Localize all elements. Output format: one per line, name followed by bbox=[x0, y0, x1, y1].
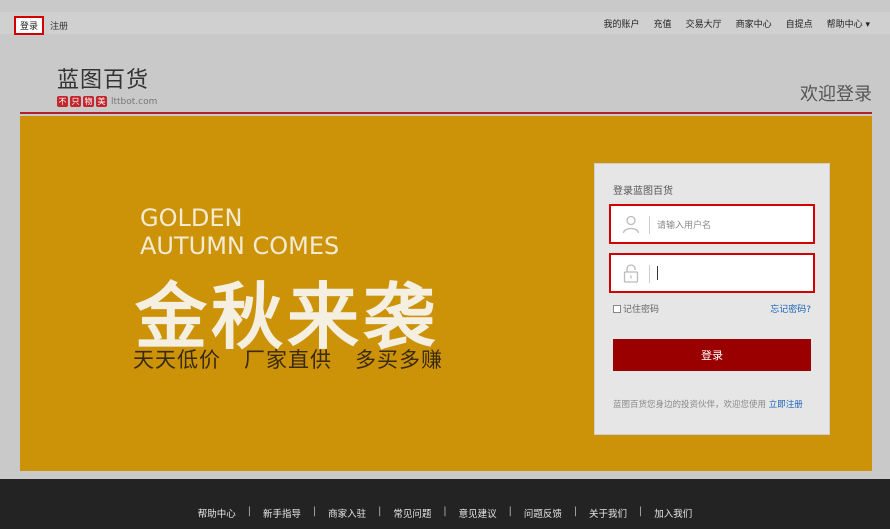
slogan-char: 只 bbox=[70, 96, 81, 107]
password-field[interactable] bbox=[609, 253, 815, 293]
field-separator bbox=[649, 265, 650, 283]
footer-link-about[interactable]: 关于我们 bbox=[589, 506, 627, 520]
login-button[interactable]: 登录 bbox=[613, 339, 811, 371]
slogan-char: 物 bbox=[83, 96, 94, 107]
footer-link-merchant[interactable]: 商家入驻 bbox=[328, 506, 366, 520]
login-form-title: 登录蓝图百货 bbox=[613, 186, 673, 197]
nav-trading-hall[interactable]: 交易大厅 bbox=[686, 17, 722, 30]
footer-separator: | bbox=[639, 506, 643, 517]
logo-slogan: 不 只 物 美 lttbot.com bbox=[57, 96, 157, 107]
username-field[interactable]: 请输入用户名 bbox=[609, 204, 815, 244]
footer-separator: | bbox=[443, 506, 447, 517]
nav-help-center[interactable]: 帮助中心 ▾ bbox=[827, 17, 870, 30]
banner-en-line1: GOLDEN bbox=[140, 204, 243, 232]
footer-separator: | bbox=[378, 506, 382, 517]
nav-my-account[interactable]: 我的账户 bbox=[604, 17, 640, 30]
page-footer: 帮助中心 | 新手指导 | 商家入驻 | 常见问题 | 意见建议 | 问题反馈 | 关于我们… bbox=[0, 479, 890, 529]
login-link[interactable]: 登录 bbox=[14, 16, 45, 35]
username-placeholder: 请输入用户名 bbox=[657, 221, 712, 231]
banner-cn-subtitle: 天天低价 厂家直供 多买多赚 bbox=[133, 348, 444, 372]
nav-merchant-center[interactable]: 商家中心 bbox=[736, 17, 772, 30]
top-bar-left: 登录 注册 bbox=[14, 16, 68, 35]
lock-icon bbox=[623, 264, 639, 283]
footer-link-faq[interactable]: 常见问题 bbox=[393, 506, 431, 520]
top-bar: 登录 注册 我的账户 充值 交易大厅 商家中心 自提点 帮助中心 ▾ bbox=[0, 12, 890, 35]
register-now-link[interactable]: 立即注册 bbox=[769, 400, 803, 410]
forgot-password-link[interactable]: 忘记密码? bbox=[770, 302, 811, 315]
footer-link-guide[interactable]: 新手指导 bbox=[263, 506, 301, 520]
login-footer-text: 蓝图百货您身边的投资伙伴，欢迎您使用 立即注册 bbox=[613, 398, 803, 410]
text-caret bbox=[657, 266, 658, 280]
site-logo[interactable]: 蓝图百货 不 只 物 美 lttbot.com bbox=[57, 62, 157, 107]
footer-link-suggestions[interactable]: 意见建议 bbox=[459, 506, 497, 520]
nav-recharge[interactable]: 充值 bbox=[654, 17, 672, 30]
nav-pickup-point[interactable]: 自提点 bbox=[786, 17, 813, 30]
remember-password[interactable]: 记住密码 bbox=[613, 302, 659, 315]
slogan-char: 不 bbox=[57, 96, 68, 107]
login-form: 登录蓝图百货 请输入用户名 记住密码 忘记密码? 登录 蓝图百货您身边的投资伙伴… bbox=[594, 163, 830, 435]
footer-separator: | bbox=[312, 506, 317, 517]
footer-links: 帮助中心 | 新手指导 | 商家入驻 | 常见问题 | 意见建议 | 问题反馈 | 关于我们… bbox=[0, 506, 890, 520]
remember-label: 记住密码 bbox=[623, 305, 660, 315]
header-divider bbox=[20, 112, 872, 114]
login-footer-message: 蓝图百货您身边的投资伙伴，欢迎您使用 bbox=[613, 400, 767, 410]
welcome-title: 欢迎登录 bbox=[800, 84, 872, 105]
footer-link-feedback[interactable]: 问题反馈 bbox=[524, 506, 562, 520]
banner-en-line2: AUTUMN COMES bbox=[140, 232, 340, 260]
footer-separator: | bbox=[247, 506, 251, 517]
slogan-char: 美 bbox=[96, 96, 107, 107]
field-separator bbox=[649, 216, 650, 234]
top-bar-right: 我的账户 充值 交易大厅 商家中心 自提点 帮助中心 ▾ bbox=[604, 17, 870, 30]
footer-separator: | bbox=[573, 506, 578, 517]
footer-separator: | bbox=[508, 506, 512, 517]
logo-name: 蓝图百货 bbox=[57, 68, 150, 93]
register-link[interactable]: 注册 bbox=[50, 19, 68, 32]
user-icon bbox=[622, 215, 640, 234]
remember-checkbox[interactable] bbox=[613, 304, 621, 313]
logo-domain: lttbot.com bbox=[111, 96, 158, 107]
footer-link-join[interactable]: 加入我们 bbox=[654, 506, 692, 520]
footer-link-help[interactable]: 帮助中心 bbox=[198, 506, 236, 520]
